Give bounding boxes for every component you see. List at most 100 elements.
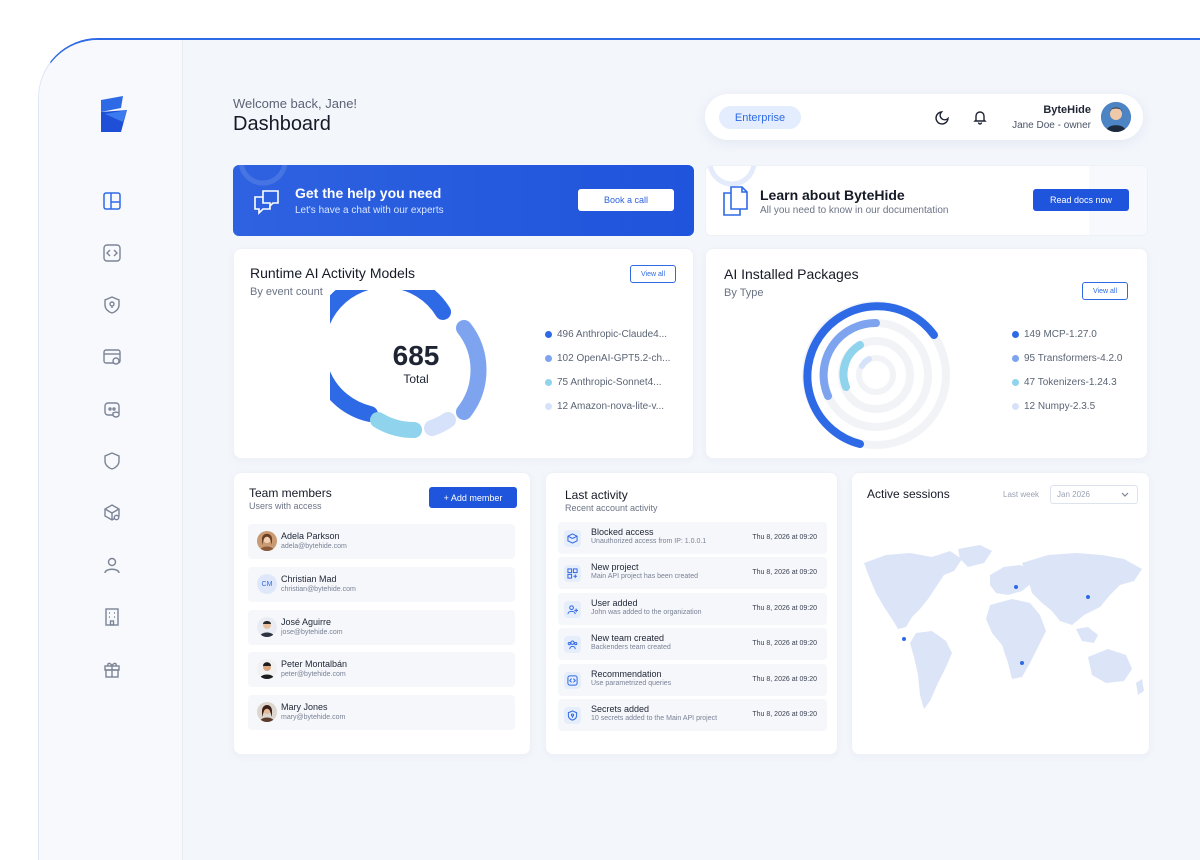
page-title: Dashboard xyxy=(233,113,331,135)
sidebar-item-gift[interactable] xyxy=(99,656,125,682)
legend-dot xyxy=(545,402,552,410)
read-docs-button[interactable]: Read docs now xyxy=(1033,189,1129,211)
packages-card-title: AI Installed Packages xyxy=(724,266,859,282)
member-name: Peter Montalbán xyxy=(281,659,348,669)
sidebar-item-shield[interactable] xyxy=(99,448,125,474)
help-subtitle: Let's have a chat with our experts xyxy=(295,205,444,216)
sidebar-item-user[interactable] xyxy=(99,552,125,578)
bytehide-logo xyxy=(101,96,127,132)
theme-toggle-button[interactable] xyxy=(933,107,953,127)
moon-icon xyxy=(935,111,949,125)
map-southeast-asia xyxy=(1076,627,1098,643)
building-icon xyxy=(105,608,119,626)
member-name: José Aguirre xyxy=(281,617,332,627)
period-label: Last week xyxy=(1003,490,1040,499)
user-avatar[interactable] xyxy=(1101,102,1131,132)
legend-item: 496 Anthropic-Claude4... xyxy=(545,322,670,346)
activity-row[interactable]: New team created Backenders team created… xyxy=(558,628,827,660)
member-name: Christian Mad xyxy=(281,574,337,584)
activity-row[interactable]: Secrets added 10 secrets added to the Ma… xyxy=(558,699,827,731)
period-select[interactable]: Jan 2026 xyxy=(1050,485,1138,504)
code-icon xyxy=(103,244,121,262)
legend-item: 12 Numpy-2.3.5 xyxy=(1012,394,1122,418)
runtime-card-title: Runtime AI Activity Models xyxy=(250,265,415,281)
sidebar-item-organization[interactable] xyxy=(99,604,125,630)
legend-dot xyxy=(1012,354,1019,362)
org-name: ByteHide xyxy=(1043,104,1091,116)
user-plus-icon xyxy=(564,601,581,618)
member-avatar xyxy=(257,702,277,722)
shield-lock-icon xyxy=(104,296,120,314)
session-marker xyxy=(1020,661,1024,665)
sidebar-item-window-shield[interactable] xyxy=(99,344,125,370)
map-africa xyxy=(986,599,1046,679)
team-member-row[interactable]: Adela Parkson adela@bytehide.com xyxy=(248,524,515,559)
team-member-row[interactable]: José Aguirre jose@bytehide.com xyxy=(248,610,515,645)
legend-label: 149 MCP-1.27.0 xyxy=(1024,328,1097,340)
legend-label: 12 Amazon-nova-lite-v... xyxy=(557,400,665,412)
member-avatar xyxy=(257,617,277,637)
donut-segment-gpt xyxy=(456,320,487,420)
activity-row[interactable]: Recommendation Use parametrized queries … xyxy=(558,664,827,696)
packages-view-all-button[interactable]: View all xyxy=(1082,282,1128,300)
legend-label: 496 Anthropic-Claude4... xyxy=(557,328,668,340)
member-email: jose@bytehide.com xyxy=(281,629,343,636)
team-card-title: Team members xyxy=(249,486,332,500)
window-shield-icon xyxy=(103,349,121,365)
total-label: Total xyxy=(403,372,429,386)
notifications-button[interactable] xyxy=(970,107,990,127)
activity-time: Thu 8, 2026 at 09:20 xyxy=(752,711,817,718)
add-member-button[interactable]: + Add member xyxy=(429,487,517,508)
activity-desc: John was added to the organization xyxy=(591,609,702,616)
donut-total: 685 Total xyxy=(384,340,448,386)
map-greenland xyxy=(958,545,992,567)
sidebar xyxy=(39,40,183,860)
legend-label: 75 Anthropic-Sonnet4... xyxy=(557,376,662,388)
member-avatar xyxy=(257,531,277,551)
activity-time: Thu 8, 2026 at 09:20 xyxy=(752,676,817,683)
shield-key-icon xyxy=(564,707,581,724)
packages-radial-chart xyxy=(802,301,950,449)
learn-subtitle: All you need to know in our documentatio… xyxy=(760,205,949,216)
docs-icon xyxy=(723,186,748,216)
runtime-card-subtitle: By event count xyxy=(250,286,323,298)
activity-time: Thu 8, 2026 at 09:20 xyxy=(752,605,817,612)
legend-item: 12 Amazon-nova-lite-v... xyxy=(545,394,670,418)
activity-title: Secrets added xyxy=(591,704,650,714)
legend-dot xyxy=(545,330,552,338)
team-member-row[interactable]: CM Christian Mad christian@bytehide.com xyxy=(248,567,515,602)
sidebar-item-bot-shield[interactable] xyxy=(99,396,125,422)
legend-label: 12 Numpy-2.3.5 xyxy=(1024,400,1096,412)
sidebar-item-dashboard[interactable] xyxy=(99,188,125,214)
help-title: Get the help you need xyxy=(295,185,442,201)
legend-item: 149 MCP-1.27.0 xyxy=(1012,322,1122,346)
sidebar-item-shield-lock[interactable] xyxy=(99,292,125,318)
sidebar-item-code[interactable] xyxy=(99,240,125,266)
activity-time: Thu 8, 2026 at 09:20 xyxy=(752,569,817,576)
total-value: 685 xyxy=(392,340,440,371)
dashboard-icon xyxy=(103,192,121,210)
activity-card-subtitle: Recent account activity xyxy=(565,503,658,513)
legend-item: 75 Anthropic-Sonnet4... xyxy=(545,370,670,394)
sidebar-item-packages[interactable] xyxy=(99,500,125,526)
activity-row[interactable]: Blocked access Unauthorized access from … xyxy=(558,522,827,554)
activity-row[interactable]: User added John was added to the organiz… xyxy=(558,593,827,625)
help-banner: Get the help you need Let's have a chat … xyxy=(233,165,694,236)
package-search-icon xyxy=(104,504,120,521)
team-member-row[interactable]: Mary Jones mary@bytehide.com xyxy=(248,695,515,730)
member-name: Mary Jones xyxy=(281,702,328,712)
activity-time: Thu 8, 2026 at 09:20 xyxy=(752,534,817,541)
runtime-view-all-button[interactable]: View all xyxy=(630,265,676,283)
activity-title: Recommendation xyxy=(591,669,662,679)
plan-badge[interactable]: Enterprise xyxy=(719,106,801,129)
cube-lock-icon xyxy=(564,530,581,547)
legend-item: 47 Tokenizers-1.24.3 xyxy=(1012,370,1122,394)
activity-row[interactable]: New project Main API project has been cr… xyxy=(558,557,827,589)
map-asia xyxy=(1022,553,1142,625)
book-call-button[interactable]: Book a call xyxy=(578,189,674,211)
sessions-card-title: Active sessions xyxy=(867,487,950,501)
session-marker xyxy=(1086,595,1090,599)
team-member-row[interactable]: Peter Montalbán peter@bytehide.com xyxy=(248,652,515,687)
activity-desc: 10 secrets added to the Main API project xyxy=(591,715,718,722)
legend-dot xyxy=(1012,330,1019,338)
